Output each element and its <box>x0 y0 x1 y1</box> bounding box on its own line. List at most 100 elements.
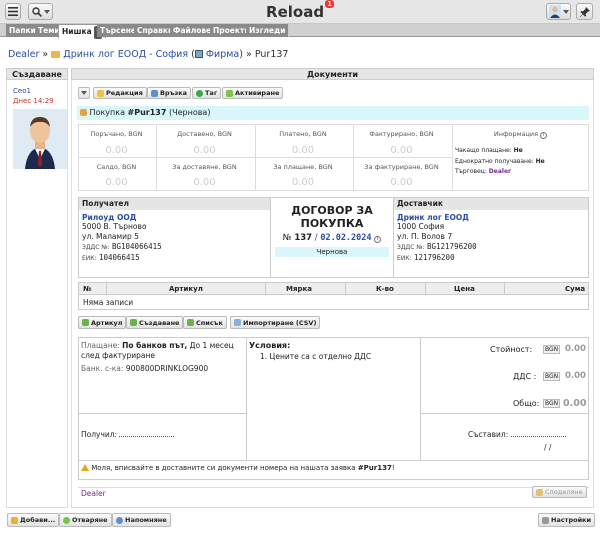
recipient-address1: 5000 В. Търново <box>82 222 147 231</box>
supplier-name[interactable]: Дринк лог ЕООД <box>394 213 588 222</box>
total-value: 0.00 <box>563 398 587 409</box>
supplier-box: Доставчик Дринк лог ЕООД 1000 София ул. … <box>393 197 589 278</box>
col-qty: К-во <box>376 285 394 293</box>
document-title: Покупка #Pur137 (Чернова) <box>77 106 589 120</box>
add-button[interactable]: Добави... <box>7 513 60 527</box>
info-icon[interactable]: i <box>540 132 548 139</box>
edit-button[interactable]: Редакция <box>93 87 147 99</box>
recipient-header: Получател <box>79 198 270 210</box>
contract-box: ДОГОВОР ЗА ПОКУПКА № 137 / 02.02.2024 i Ч… <box>271 197 393 278</box>
add-icon <box>130 319 137 326</box>
documents-header: Документи <box>71 68 594 80</box>
check-icon <box>226 89 233 97</box>
vat-value: 0.00 <box>565 371 586 381</box>
settings-icon <box>542 516 549 524</box>
invoiced-label: Фактурирано, BGN <box>369 130 434 138</box>
app-title[interactable]: Reload 1 <box>0 0 600 21</box>
balance-label: Салдо, BGN <box>96 163 137 171</box>
supplier-address2: ул. П. Волов 7 <box>397 232 453 241</box>
ordered-value: 0.00 <box>105 145 128 156</box>
link-button[interactable]: Връзка <box>147 87 192 99</box>
items-header-row: № Артикул Мярка К-во Цена Сума <box>79 283 588 295</box>
purchase-icon <box>80 109 87 116</box>
contract-date: 02.02.2024 <box>320 233 372 243</box>
delivered-label: Доставено, BGN <box>177 130 232 138</box>
create-button[interactable]: Създаване <box>126 316 184 329</box>
import-icon <box>234 319 241 326</box>
add-icon <box>187 319 194 326</box>
contract-title: ДОГОВОР ЗА ПОКУПКА <box>291 204 373 230</box>
more-dropdown-button[interactable] <box>78 87 90 99</box>
author-link[interactable]: Ceo1 <box>13 87 31 95</box>
paid-label: Платено, BGN <box>279 130 327 138</box>
conditions-label: Условия: <box>249 341 291 350</box>
edit-icon <box>97 89 104 97</box>
to-pay-label: За плащане, BGN <box>273 163 333 171</box>
supplier-eik: ЕИК: 121796200 <box>397 253 455 262</box>
breadcrumb-type[interactable]: Фирма <box>206 49 239 60</box>
currency-badge: BGN <box>543 345 561 354</box>
notification-badge[interactable]: 1 <box>325 0 334 8</box>
tab-files[interactable]: Файлове <box>170 24 216 37</box>
tag-icon <box>196 89 203 97</box>
breadcrumb-folder[interactable]: Дринк лог ЕООД - София <box>63 49 188 60</box>
invoiced-value: 0.00 <box>390 145 413 156</box>
recipient-vat: ЗДДС №: BG104066415 <box>82 242 162 251</box>
info-icon[interactable]: i <box>374 236 382 243</box>
breadcrumb-root[interactable]: Dealer <box>8 49 39 60</box>
add-icon <box>82 319 89 326</box>
user-menu-button[interactable] <box>546 3 571 20</box>
folder-icon <box>51 51 61 58</box>
col-price: Цена <box>454 285 475 293</box>
items-empty: Няма записи <box>83 298 134 307</box>
payment-info: Плащане: По банков път, До 1 месец след … <box>81 341 234 360</box>
tag-button[interactable]: Таг <box>192 87 222 99</box>
import-csv-button[interactable]: Импортиране (CSV) <box>230 316 321 329</box>
currency-badge: BGN <box>543 372 561 381</box>
open-button[interactable]: Отваряне <box>59 513 112 527</box>
cost-value: 0.00 <box>565 344 586 354</box>
company-icon <box>194 50 203 58</box>
to-deliver-value: 0.00 <box>193 177 216 188</box>
currency-badge: BGN <box>543 399 561 408</box>
notice-text: Моля, вписвайте в доставните си документ… <box>81 464 395 472</box>
trader-link[interactable]: Dealer <box>489 168 511 175</box>
recipient-name[interactable]: Рилоуд ООД <box>79 213 270 222</box>
col-no: № <box>83 285 92 293</box>
paid-value: 0.00 <box>291 145 315 156</box>
recipient-address2: ул. Маламир 5 <box>82 232 139 241</box>
to-deliver-label: За доставяне, BGN <box>172 163 237 171</box>
list-button[interactable]: Списък <box>183 316 227 329</box>
col-sum: Сума <box>565 285 586 293</box>
col-unit: Мярка <box>286 285 312 293</box>
items-table: № Артикул Мярка К-во Цена Сума Няма запи… <box>78 282 589 310</box>
composed-by: Съставил: <box>468 430 566 439</box>
received-by: Получил: <box>81 430 175 439</box>
share-button[interactable]: Споделяне <box>532 486 587 498</box>
supplier-header: Доставчик <box>394 198 588 210</box>
activate-button[interactable]: Активиране <box>222 87 284 99</box>
supplier-vat: ЗДДС №: BG121796200 <box>397 242 477 251</box>
footer-author-link[interactable]: Dealer <box>81 489 106 498</box>
user-avatar-icon <box>548 5 561 18</box>
breadcrumb: Dealer » Дринк лог ЕООД - София ( Фирма)… <box>8 49 289 60</box>
creation-panel: Създаване Ceo1 Днес 14:29 <box>6 68 68 508</box>
share-icon <box>536 488 543 496</box>
link-icon <box>151 89 158 97</box>
warning-icon <box>81 464 89 471</box>
tab-views[interactable]: Изгледи <box>246 24 290 37</box>
pin-button[interactable] <box>576 3 593 20</box>
article-button[interactable]: Артикул <box>78 316 127 329</box>
settings-button[interactable]: Настройки <box>538 513 596 527</box>
remind-button[interactable]: Напомняне <box>112 513 171 527</box>
tab-strip: Папки Теми Нишка ? Търсене Справки Файло… <box>0 24 600 39</box>
contract-number: № 137 / 02.02.2024 i <box>271 233 393 243</box>
star-icon <box>11 516 18 524</box>
chevron-down-icon <box>562 9 569 14</box>
chevron-down-icon <box>81 91 87 95</box>
bank-account: Банк. с-ка: 900800DRINKLOG900 <box>81 364 209 373</box>
recipient-box: Получател Рилоуд ООД 5000 В. Търново ул.… <box>78 197 271 278</box>
avatar <box>13 109 67 169</box>
to-invoice-label: За фактуриране, BGN <box>364 163 439 171</box>
creation-header: Създаване <box>6 68 68 80</box>
